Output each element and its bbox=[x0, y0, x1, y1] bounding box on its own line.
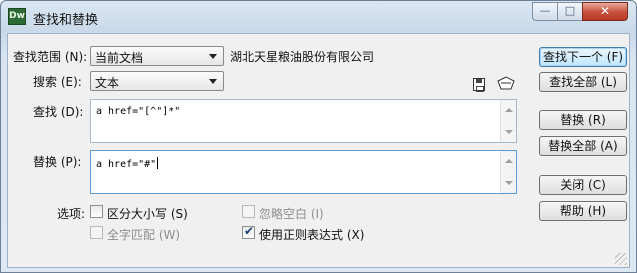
scroll-down-icon[interactable] bbox=[505, 181, 513, 185]
load-query-icon[interactable] bbox=[497, 76, 515, 90]
ignore-whitespace-label[interactable]: 忽略空白 (I) bbox=[259, 205, 324, 222]
find-scrollbar[interactable] bbox=[500, 100, 516, 142]
replace-textarea[interactable]: a href="#" bbox=[90, 150, 517, 194]
scope-context-text: 湖北天星粮油股份有限公司 bbox=[230, 50, 375, 64]
whole-word-checkbox[interactable] bbox=[90, 226, 103, 239]
text-caret bbox=[157, 157, 159, 169]
find-all-button[interactable]: 查找全部 (L) bbox=[539, 72, 627, 92]
title-bar[interactable]: Dw 查找和替换 — □ ✕ bbox=[1, 1, 636, 33]
close-window-button[interactable]: ✕ bbox=[582, 2, 628, 21]
resize-gripper-icon[interactable] bbox=[615, 253, 627, 265]
help-button[interactable]: 帮助 (H) bbox=[539, 201, 627, 221]
whole-word-label[interactable]: 全字匹配 (W) bbox=[107, 226, 180, 243]
find-label: 查找 (D): bbox=[33, 105, 84, 119]
save-query-icon[interactable] bbox=[473, 78, 485, 92]
case-sensitive-checkbox[interactable] bbox=[90, 205, 103, 218]
replace-button[interactable]: 替换 (R) bbox=[539, 110, 627, 130]
scope-select-value: 当前文档 bbox=[95, 51, 144, 65]
maximize-button[interactable]: □ bbox=[557, 2, 583, 21]
find-text: a href="[^"]*" bbox=[96, 106, 181, 117]
chevron-down-icon bbox=[209, 79, 217, 84]
scroll-down-icon[interactable] bbox=[505, 130, 513, 134]
chevron-down-icon bbox=[209, 54, 217, 59]
replace-text: a href="#" bbox=[96, 157, 159, 170]
close-button[interactable]: 关闭 (C) bbox=[539, 175, 627, 195]
checkmark-icon: ✔ bbox=[244, 224, 255, 238]
ignore-whitespace-checkbox[interactable] bbox=[242, 205, 255, 218]
find-textarea[interactable]: a href="[^"]*" bbox=[90, 99, 517, 143]
options-label: 选项: bbox=[57, 207, 86, 221]
case-sensitive-label[interactable]: 区分大小写 (S) bbox=[107, 205, 188, 222]
search-type-select[interactable]: 文本 bbox=[90, 71, 224, 91]
search-type-label: 搜索 (E): bbox=[33, 75, 82, 89]
use-regex-label[interactable]: 使用正则表达式 (X) bbox=[259, 226, 364, 243]
scope-label: 查找范围 (N): bbox=[13, 50, 88, 64]
minimize-button[interactable]: — bbox=[532, 2, 558, 21]
find-replace-dialog: Dw 查找和替换 — □ ✕ 查找范围 (N): 当前文档 湖北天星粮油股份有限… bbox=[0, 0, 637, 273]
use-regex-checkbox[interactable]: ✔ bbox=[242, 224, 255, 239]
replace-label: 替换 (P): bbox=[33, 155, 82, 169]
scroll-up-icon[interactable] bbox=[505, 159, 513, 163]
dialog-body: 查找范围 (N): 当前文档 湖北天星粮油股份有限公司 搜索 (E): 文本 查… bbox=[7, 33, 630, 268]
find-next-button[interactable]: 查找下一个 (F) bbox=[539, 47, 627, 67]
dreamweaver-logo-icon: Dw bbox=[8, 8, 26, 25]
replace-all-button[interactable]: 替换全部 (A) bbox=[539, 136, 627, 156]
search-type-value: 文本 bbox=[95, 76, 120, 90]
replace-scrollbar[interactable] bbox=[500, 151, 516, 193]
dialog-title: 查找和替换 bbox=[33, 13, 99, 28]
scroll-up-icon[interactable] bbox=[505, 108, 513, 112]
scope-select[interactable]: 当前文档 bbox=[90, 46, 224, 66]
